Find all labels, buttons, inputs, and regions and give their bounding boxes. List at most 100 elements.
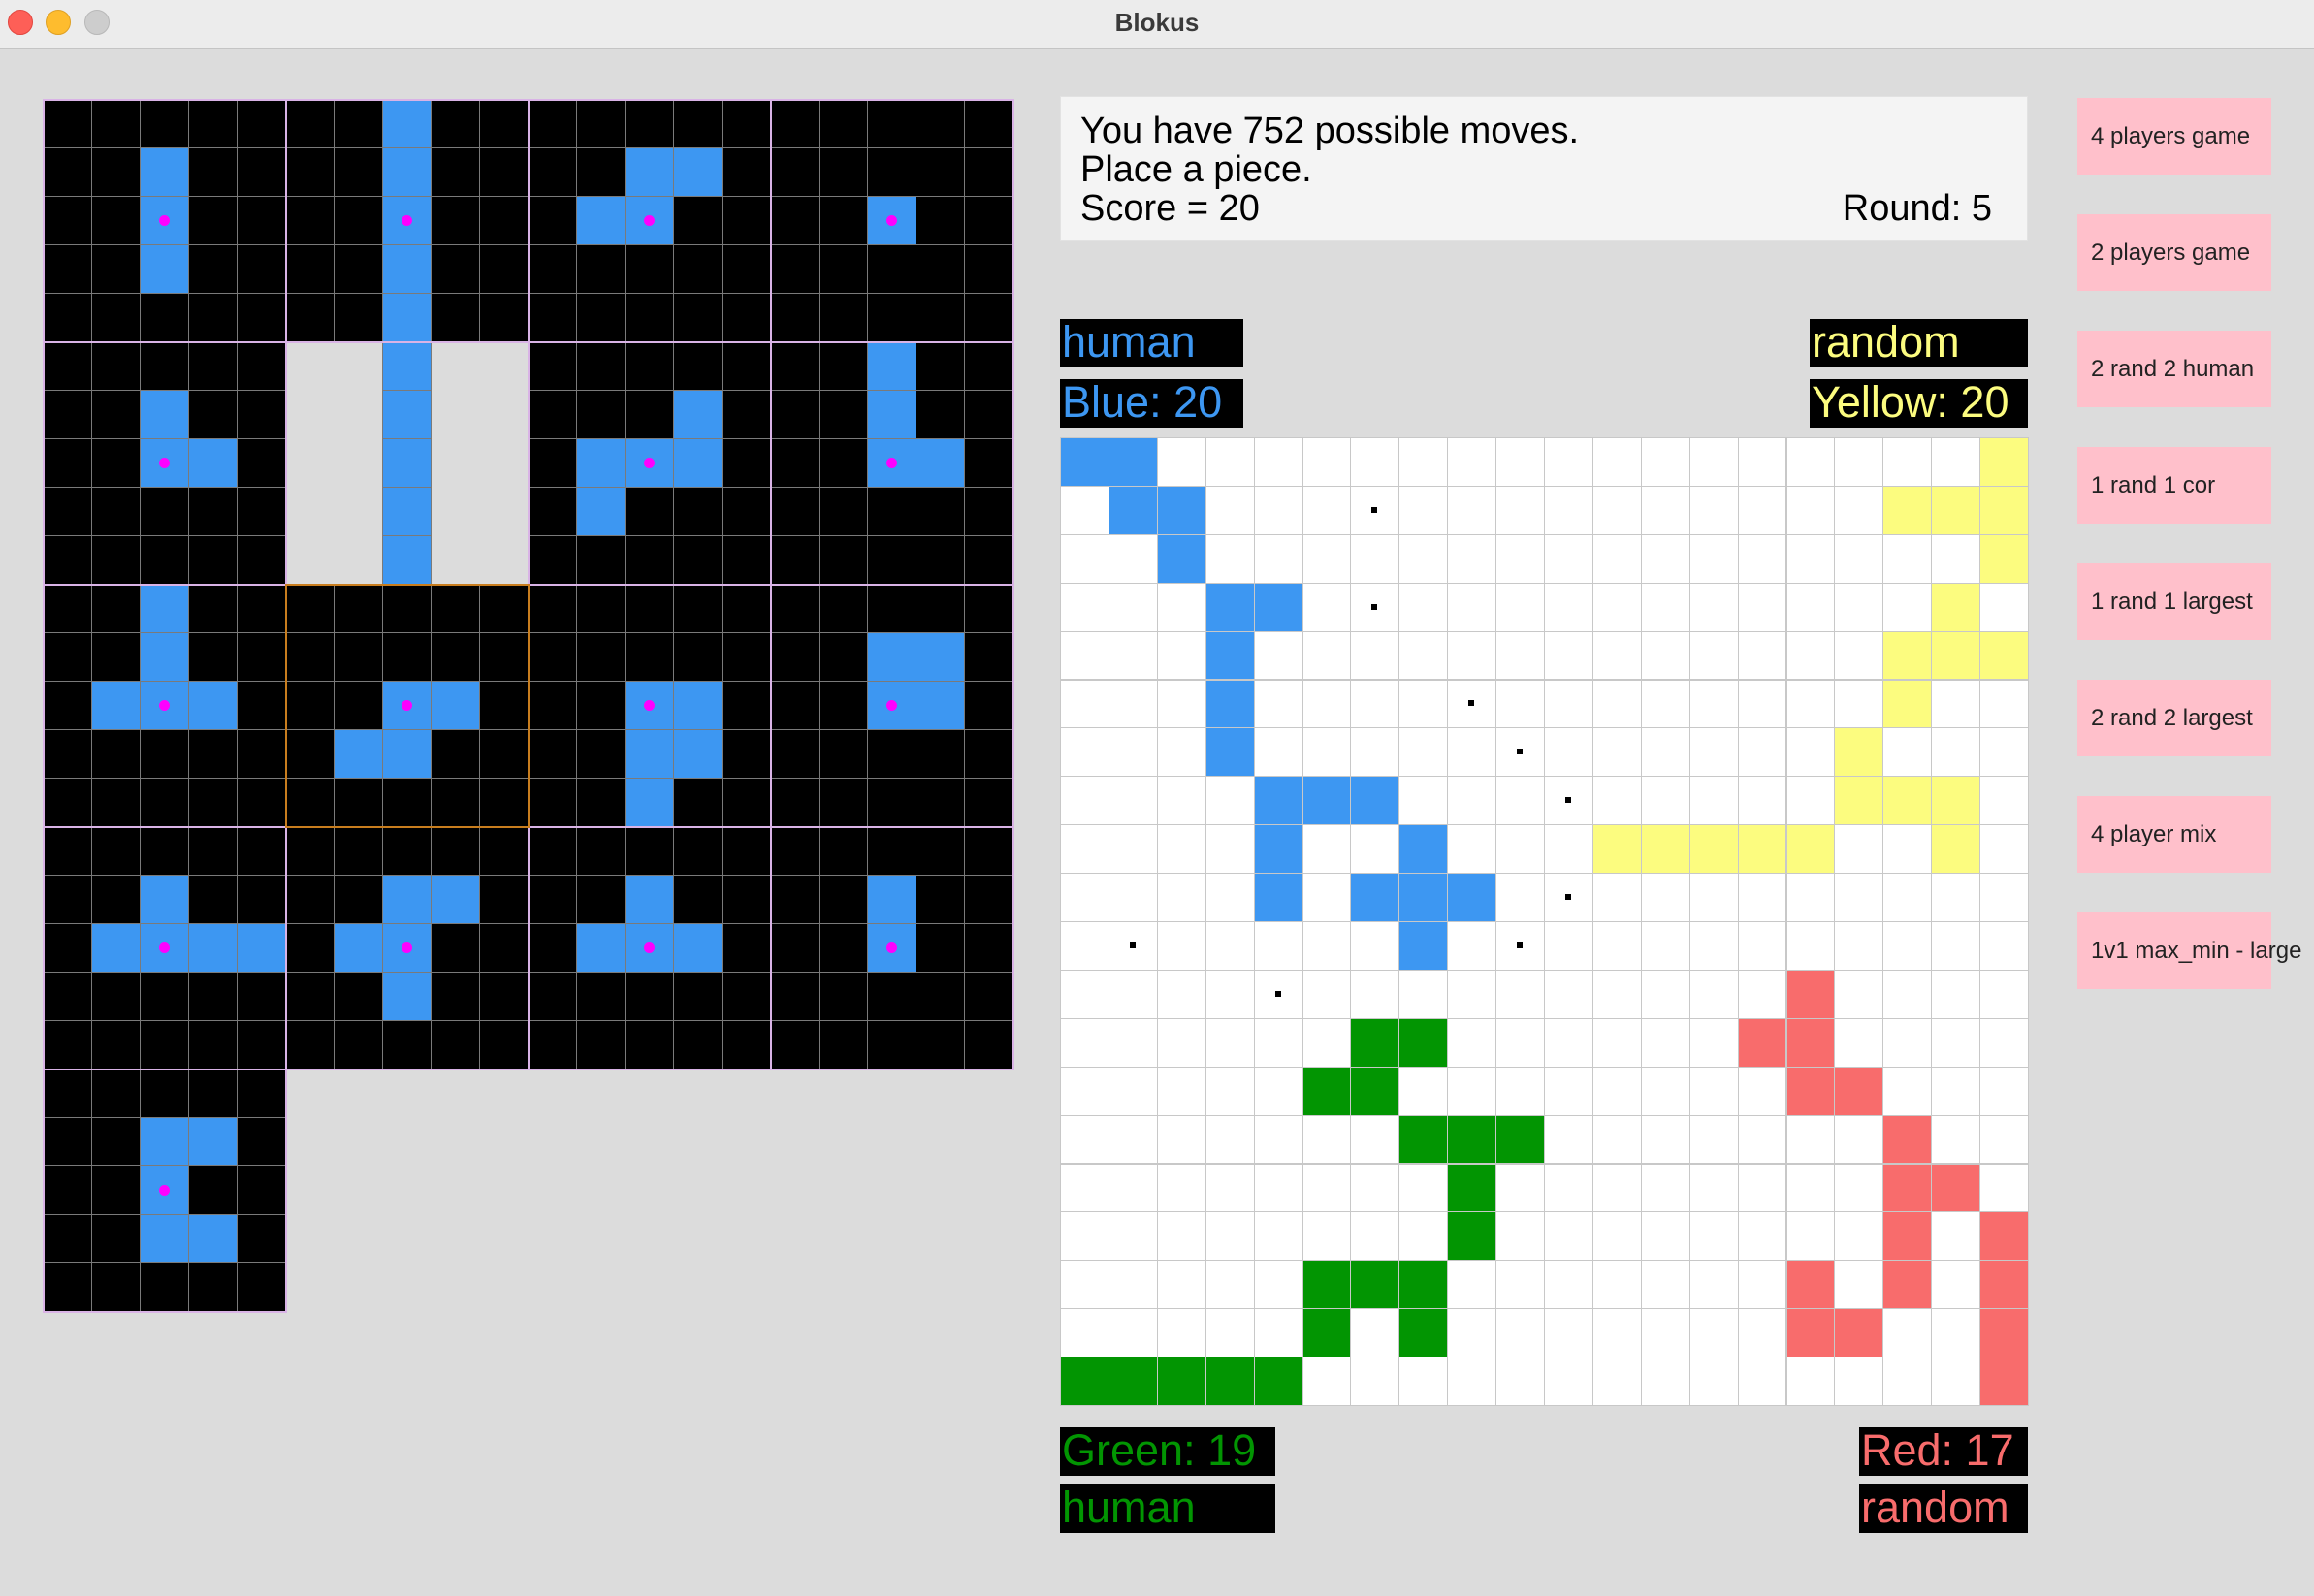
board-cell[interactable] bbox=[1834, 679, 1884, 729]
yellow-board-cell[interactable] bbox=[1688, 824, 1739, 875]
board-cell[interactable] bbox=[1398, 437, 1449, 487]
board-cell[interactable] bbox=[1398, 582, 1449, 632]
board-cell[interactable] bbox=[1544, 1066, 1593, 1116]
board-cell[interactable] bbox=[1350, 1163, 1400, 1213]
red-board-cell[interactable] bbox=[1931, 1163, 1981, 1213]
board-cell[interactable] bbox=[1060, 1114, 1109, 1165]
board-cell[interactable] bbox=[1979, 679, 2029, 729]
board-cell[interactable] bbox=[1688, 679, 1739, 729]
board-cell[interactable] bbox=[1447, 437, 1497, 487]
board-cell[interactable] bbox=[1640, 437, 1690, 487]
board-cell[interactable] bbox=[1302, 727, 1352, 778]
board-cell[interactable] bbox=[1108, 533, 1158, 584]
board-cell[interactable] bbox=[1834, 630, 1884, 681]
board-cell[interactable] bbox=[1205, 437, 1255, 487]
board-cell[interactable] bbox=[1931, 1260, 1981, 1310]
board-cell[interactable] bbox=[1302, 582, 1352, 632]
board-cell[interactable] bbox=[1447, 1357, 1497, 1406]
board-cell[interactable] bbox=[1591, 1260, 1642, 1310]
board-cell[interactable] bbox=[1591, 1017, 1642, 1068]
board-cell[interactable] bbox=[1060, 1163, 1109, 1213]
board-cell[interactable] bbox=[1834, 582, 1884, 632]
board-cell[interactable] bbox=[1447, 630, 1497, 681]
board-cell[interactable] bbox=[1882, 921, 1933, 971]
board-cell[interactable] bbox=[1931, 1017, 1981, 1068]
board-cell[interactable] bbox=[1350, 824, 1400, 875]
board-cell[interactable] bbox=[1737, 873, 1787, 922]
board-cell[interactable] bbox=[1640, 679, 1690, 729]
board-cell[interactable] bbox=[1205, 1017, 1255, 1068]
board-cell[interactable] bbox=[1785, 679, 1836, 729]
red-board-cell[interactable] bbox=[1979, 1308, 2029, 1358]
one-rand-one-cor-button[interactable]: 1 rand 1 cor bbox=[2077, 447, 2271, 524]
board-cell[interactable] bbox=[1253, 1066, 1303, 1116]
board-cell[interactable] bbox=[1834, 1114, 1884, 1165]
two-rand-two-human-button[interactable]: 2 rand 2 human bbox=[2077, 331, 2271, 407]
red-board-cell[interactable] bbox=[1785, 1017, 1836, 1068]
board-cell[interactable] bbox=[1495, 533, 1545, 584]
board-cell[interactable] bbox=[1350, 1114, 1400, 1165]
board-cell[interactable] bbox=[1882, 1308, 1933, 1358]
board-cell[interactable] bbox=[1544, 1260, 1593, 1310]
board-cell[interactable] bbox=[1737, 921, 1787, 971]
board-cell[interactable] bbox=[1688, 776, 1739, 826]
board-cell[interactable] bbox=[1544, 824, 1593, 875]
green-board-cell[interactable] bbox=[1156, 1357, 1206, 1406]
red-board-cell[interactable] bbox=[1785, 1260, 1836, 1310]
board-cell[interactable] bbox=[1350, 727, 1400, 778]
board-cell[interactable] bbox=[1302, 873, 1352, 922]
board-cell[interactable] bbox=[1156, 1066, 1206, 1116]
board-cell[interactable] bbox=[1060, 485, 1109, 535]
board-cell[interactable] bbox=[1398, 485, 1449, 535]
four-player-mix-button[interactable]: 4 player mix bbox=[2077, 796, 2271, 873]
board-cell[interactable] bbox=[1931, 533, 1981, 584]
yellow-board-cell[interactable] bbox=[1737, 824, 1787, 875]
board-cell[interactable] bbox=[1447, 776, 1497, 826]
board-cell[interactable] bbox=[1640, 533, 1690, 584]
board-cell[interactable] bbox=[1544, 727, 1593, 778]
blue-board-cell[interactable] bbox=[1398, 921, 1449, 971]
board-cell[interactable] bbox=[1108, 1066, 1158, 1116]
board-cell[interactable] bbox=[1785, 485, 1836, 535]
board-cell[interactable] bbox=[1979, 727, 2029, 778]
blue-board-cell[interactable] bbox=[1398, 873, 1449, 922]
yellow-board-cell[interactable] bbox=[1979, 630, 2029, 681]
board-cell[interactable] bbox=[1398, 1357, 1449, 1406]
board-cell[interactable] bbox=[1156, 1163, 1206, 1213]
board-cell[interactable] bbox=[1253, 1114, 1303, 1165]
board-cell[interactable] bbox=[1591, 969, 1642, 1019]
board-cell[interactable] bbox=[1737, 1114, 1787, 1165]
board-cell[interactable] bbox=[1640, 485, 1690, 535]
board-cell[interactable] bbox=[1350, 1357, 1400, 1406]
yellow-board-cell[interactable] bbox=[1834, 727, 1884, 778]
blue-board-cell[interactable] bbox=[1253, 582, 1303, 632]
red-board-cell[interactable] bbox=[1882, 1163, 1933, 1213]
board-cell[interactable] bbox=[1302, 485, 1352, 535]
red-board-cell[interactable] bbox=[1785, 969, 1836, 1019]
board-cell[interactable] bbox=[1495, 1163, 1545, 1213]
board-cell[interactable] bbox=[1495, 1017, 1545, 1068]
board-cell[interactable] bbox=[1882, 824, 1933, 875]
board-cell[interactable] bbox=[1060, 1066, 1109, 1116]
board-cell[interactable] bbox=[1156, 630, 1206, 681]
board-cell[interactable] bbox=[1156, 727, 1206, 778]
board-cell[interactable] bbox=[1108, 969, 1158, 1019]
board-cell[interactable] bbox=[1688, 1163, 1739, 1213]
board-cell[interactable] bbox=[1688, 533, 1739, 584]
board-cell[interactable] bbox=[1253, 437, 1303, 487]
board-cell[interactable] bbox=[1350, 533, 1400, 584]
yellow-board-cell[interactable] bbox=[1931, 776, 1981, 826]
yellow-board-cell[interactable] bbox=[1931, 824, 1981, 875]
yellow-board-cell[interactable] bbox=[1640, 824, 1690, 875]
board-cell[interactable] bbox=[1688, 969, 1739, 1019]
board-cell[interactable] bbox=[1447, 969, 1497, 1019]
board-cell[interactable] bbox=[1495, 1260, 1545, 1310]
board-cell[interactable] bbox=[1882, 1017, 1933, 1068]
board-cell[interactable] bbox=[1108, 1017, 1158, 1068]
board-cell[interactable] bbox=[1640, 1066, 1690, 1116]
board-cell[interactable] bbox=[1544, 630, 1593, 681]
board-cell[interactable] bbox=[1785, 921, 1836, 971]
board-cell[interactable] bbox=[1060, 969, 1109, 1019]
board-cell[interactable] bbox=[1591, 485, 1642, 535]
red-board-cell[interactable] bbox=[1979, 1211, 2029, 1261]
